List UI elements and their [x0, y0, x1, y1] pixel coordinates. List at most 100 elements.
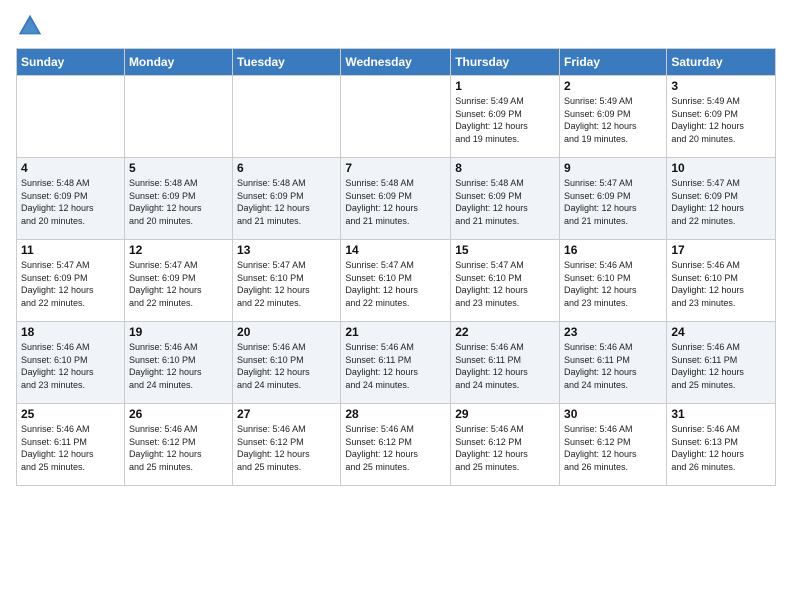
calendar-cell: 29 Sunrise: 5:46 AM Sunset: 6:12 PM Dayli… [451, 404, 560, 486]
day-number: 4 [21, 161, 120, 175]
day-number: 21 [345, 325, 446, 339]
day-number: 17 [671, 243, 771, 257]
calendar-week-row: 4 Sunrise: 5:48 AM Sunset: 6:09 PM Daylig… [17, 158, 776, 240]
calendar-cell: 11 Sunrise: 5:47 AM Sunset: 6:09 PM Dayli… [17, 240, 125, 322]
calendar-cell: 22 Sunrise: 5:46 AM Sunset: 6:11 PM Dayli… [451, 322, 560, 404]
calendar-cell: 5 Sunrise: 5:48 AM Sunset: 6:09 PM Daylig… [124, 158, 232, 240]
calendar-cell: 3Sunrise: 5:49 AM Sunset: 6:09 PM Daylig… [667, 76, 776, 158]
day-info: Sunrise: 5:48 AM Sunset: 6:09 PM Dayligh… [345, 177, 446, 227]
calendar-cell: 13 Sunrise: 5:47 AM Sunset: 6:10 PM Dayli… [233, 240, 341, 322]
calendar-cell: 18 Sunrise: 5:46 AM Sunset: 6:10 PM Dayli… [17, 322, 125, 404]
day-number: 22 [455, 325, 555, 339]
logo-icon [16, 12, 44, 40]
day-number: 23 [564, 325, 662, 339]
page: SundayMondayTuesdayWednesdayThursdayFrid… [0, 0, 792, 612]
day-number: 14 [345, 243, 446, 257]
day-info: Sunrise: 5:47 AM Sunset: 6:10 PM Dayligh… [237, 259, 336, 309]
calendar-cell: 6 Sunrise: 5:48 AM Sunset: 6:09 PM Daylig… [233, 158, 341, 240]
day-info: Sunrise: 5:46 AM Sunset: 6:11 PM Dayligh… [564, 341, 662, 391]
day-of-week-header: Thursday [451, 49, 560, 76]
day-number: 6 [237, 161, 336, 175]
calendar-cell: 23 Sunrise: 5:46 AM Sunset: 6:11 PM Dayli… [560, 322, 667, 404]
day-number: 27 [237, 407, 336, 421]
day-number: 11 [21, 243, 120, 257]
calendar-cell [233, 76, 341, 158]
calendar-cell: 7 Sunrise: 5:48 AM Sunset: 6:09 PM Daylig… [341, 158, 451, 240]
day-info: Sunrise: 5:46 AM Sunset: 6:10 PM Dayligh… [671, 259, 771, 309]
calendar-cell: 1Sunrise: 5:49 AM Sunset: 6:09 PM Daylig… [451, 76, 560, 158]
day-of-week-header: Tuesday [233, 49, 341, 76]
day-number: 8 [455, 161, 555, 175]
day-number: 12 [129, 243, 228, 257]
calendar-cell: 14 Sunrise: 5:47 AM Sunset: 6:10 PM Dayli… [341, 240, 451, 322]
day-number: 1 [455, 79, 555, 93]
calendar-cell: 26 Sunrise: 5:46 AM Sunset: 6:12 PM Dayli… [124, 404, 232, 486]
calendar-cell: 10 Sunrise: 5:47 AM Sunset: 6:09 PM Dayli… [667, 158, 776, 240]
day-info: Sunrise: 5:48 AM Sunset: 6:09 PM Dayligh… [21, 177, 120, 227]
day-number: 31 [671, 407, 771, 421]
day-number: 26 [129, 407, 228, 421]
day-info: Sunrise: 5:46 AM Sunset: 6:10 PM Dayligh… [21, 341, 120, 391]
calendar-cell: 19 Sunrise: 5:46 AM Sunset: 6:10 PM Dayli… [124, 322, 232, 404]
calendar-cell: 25 Sunrise: 5:46 AM Sunset: 6:11 PM Dayli… [17, 404, 125, 486]
calendar-cell: 4 Sunrise: 5:48 AM Sunset: 6:09 PM Daylig… [17, 158, 125, 240]
day-number: 30 [564, 407, 662, 421]
calendar-week-row: 25 Sunrise: 5:46 AM Sunset: 6:11 PM Dayli… [17, 404, 776, 486]
day-info: Sunrise: 5:46 AM Sunset: 6:12 PM Dayligh… [345, 423, 446, 473]
calendar-cell [341, 76, 451, 158]
day-info: Sunrise: 5:46 AM Sunset: 6:13 PM Dayligh… [671, 423, 771, 473]
day-info: Sunrise: 5:46 AM Sunset: 6:10 PM Dayligh… [564, 259, 662, 309]
day-info: Sunrise: 5:46 AM Sunset: 6:11 PM Dayligh… [671, 341, 771, 391]
calendar-week-row: 11 Sunrise: 5:47 AM Sunset: 6:09 PM Dayli… [17, 240, 776, 322]
day-info: Sunrise: 5:46 AM Sunset: 6:11 PM Dayligh… [345, 341, 446, 391]
day-info: Sunrise: 5:46 AM Sunset: 6:12 PM Dayligh… [237, 423, 336, 473]
day-number: 13 [237, 243, 336, 257]
day-number: 10 [671, 161, 771, 175]
calendar-cell: 15Sunrise: 5:47 AM Sunset: 6:10 PM Dayli… [451, 240, 560, 322]
day-info: Sunrise: 5:47 AM Sunset: 6:10 PM Dayligh… [345, 259, 446, 309]
calendar-cell: 8Sunrise: 5:48 AM Sunset: 6:09 PM Daylig… [451, 158, 560, 240]
day-info: Sunrise: 5:46 AM Sunset: 6:11 PM Dayligh… [21, 423, 120, 473]
calendar-header-row: SundayMondayTuesdayWednesdayThursdayFrid… [17, 49, 776, 76]
day-of-week-header: Wednesday [341, 49, 451, 76]
day-number: 19 [129, 325, 228, 339]
day-number: 18 [21, 325, 120, 339]
calendar-cell: 24 Sunrise: 5:46 AM Sunset: 6:11 PM Dayli… [667, 322, 776, 404]
day-number: 7 [345, 161, 446, 175]
calendar-cell: 17 Sunrise: 5:46 AM Sunset: 6:10 PM Dayli… [667, 240, 776, 322]
day-info: Sunrise: 5:46 AM Sunset: 6:12 PM Dayligh… [455, 423, 555, 473]
day-info: Sunrise: 5:48 AM Sunset: 6:09 PM Dayligh… [237, 177, 336, 227]
calendar-week-row: 18 Sunrise: 5:46 AM Sunset: 6:10 PM Dayli… [17, 322, 776, 404]
day-info: Sunrise: 5:46 AM Sunset: 6:10 PM Dayligh… [129, 341, 228, 391]
day-number: 16 [564, 243, 662, 257]
day-number: 29 [455, 407, 555, 421]
day-info: Sunrise: 5:46 AM Sunset: 6:10 PM Dayligh… [237, 341, 336, 391]
calendar-cell: 16 Sunrise: 5:46 AM Sunset: 6:10 PM Dayli… [560, 240, 667, 322]
day-info: Sunrise: 5:49 AM Sunset: 6:09 PM Dayligh… [564, 95, 662, 145]
day-info: Sunrise: 5:48 AM Sunset: 6:09 PM Dayligh… [129, 177, 228, 227]
day-number: 25 [21, 407, 120, 421]
day-number: 24 [671, 325, 771, 339]
day-number: 20 [237, 325, 336, 339]
day-number: 5 [129, 161, 228, 175]
day-info: Sunrise: 5:47 AM Sunset: 6:09 PM Dayligh… [129, 259, 228, 309]
day-info: Sunrise: 5:46 AM Sunset: 6:12 PM Dayligh… [564, 423, 662, 473]
day-info: Sunrise: 5:47 AM Sunset: 6:09 PM Dayligh… [564, 177, 662, 227]
day-number: 3 [671, 79, 771, 93]
logo [16, 12, 48, 40]
calendar-cell: 27 Sunrise: 5:46 AM Sunset: 6:12 PM Dayli… [233, 404, 341, 486]
calendar-cell: 9Sunrise: 5:47 AM Sunset: 6:09 PM Daylig… [560, 158, 667, 240]
day-info: Sunrise: 5:46 AM Sunset: 6:12 PM Dayligh… [129, 423, 228, 473]
header [16, 12, 776, 40]
calendar-table: SundayMondayTuesdayWednesdayThursdayFrid… [16, 48, 776, 486]
day-of-week-header: Friday [560, 49, 667, 76]
calendar-cell: 2 Sunrise: 5:49 AM Sunset: 6:09 PM Daylig… [560, 76, 667, 158]
day-number: 2 [564, 79, 662, 93]
calendar-cell: 28Sunrise: 5:46 AM Sunset: 6:12 PM Dayli… [341, 404, 451, 486]
day-info: Sunrise: 5:47 AM Sunset: 6:10 PM Dayligh… [455, 259, 555, 309]
day-info: Sunrise: 5:47 AM Sunset: 6:09 PM Dayligh… [21, 259, 120, 309]
day-info: Sunrise: 5:47 AM Sunset: 6:09 PM Dayligh… [671, 177, 771, 227]
calendar-cell: 31 Sunrise: 5:46 AM Sunset: 6:13 PM Dayli… [667, 404, 776, 486]
day-of-week-header: Sunday [17, 49, 125, 76]
day-info: Sunrise: 5:46 AM Sunset: 6:11 PM Dayligh… [455, 341, 555, 391]
